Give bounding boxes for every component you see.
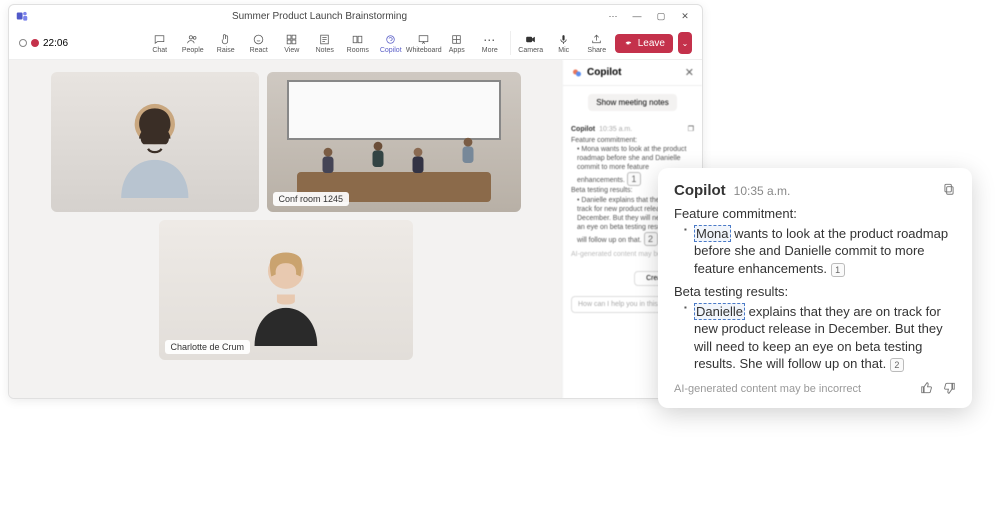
leave-dropdown[interactable]: ⌄ bbox=[678, 32, 692, 54]
mention-highlight[interactable]: Mona bbox=[694, 225, 731, 242]
more-button[interactable]: ⋯More bbox=[475, 33, 505, 54]
thumbs-down-icon bbox=[942, 381, 956, 395]
mention-highlight[interactable]: Danielle bbox=[694, 303, 745, 320]
react-button[interactable]: React bbox=[244, 33, 274, 54]
more-window-icon[interactable]: ⋯ bbox=[602, 8, 624, 24]
copy-button[interactable] bbox=[942, 182, 956, 199]
titlebar: Summer Product Launch Brainstorming ⋯ — … bbox=[9, 5, 702, 27]
timer: 22:06 bbox=[43, 38, 68, 49]
react-icon bbox=[252, 33, 265, 46]
mic-icon bbox=[557, 33, 570, 46]
raise-icon bbox=[219, 33, 232, 46]
share-icon bbox=[590, 33, 603, 46]
recording-indicator: 22:06 bbox=[19, 38, 68, 49]
close-icon[interactable]: ✕ bbox=[674, 8, 696, 24]
chat-button[interactable]: Chat bbox=[145, 33, 175, 54]
more-icon: ⋯ bbox=[483, 33, 496, 46]
maximize-icon[interactable]: ▢ bbox=[650, 8, 672, 24]
minimize-icon[interactable]: — bbox=[626, 8, 648, 24]
copilot-panel-title: Copilot bbox=[587, 67, 681, 78]
section-title: Feature commitment: bbox=[674, 205, 956, 223]
video-tile-1[interactable] bbox=[51, 72, 259, 212]
people-icon bbox=[186, 33, 199, 46]
copilot-icon bbox=[384, 33, 397, 46]
raise-button[interactable]: Raise bbox=[211, 33, 241, 54]
copy-icon bbox=[942, 182, 956, 196]
thumbs-up-button[interactable] bbox=[920, 381, 934, 398]
meeting-toolbar: 22:06 Chat People Raise React View Notes… bbox=[9, 27, 702, 60]
tile-label: Charlotte de Crum bbox=[165, 340, 251, 354]
leave-icon bbox=[623, 38, 634, 49]
ai-disclaimer: AI-generated content may be incorrect bbox=[674, 383, 912, 395]
section-title: Beta testing results: bbox=[674, 283, 956, 301]
apps-button[interactable]: Apps bbox=[442, 33, 472, 54]
video-tile-conf-room[interactable]: Conf room 1245 bbox=[267, 72, 521, 212]
reference-badge[interactable]: 2 bbox=[890, 358, 904, 372]
people-button[interactable]: People bbox=[178, 33, 208, 54]
apps-icon bbox=[450, 33, 463, 46]
rooms-icon bbox=[351, 33, 364, 46]
rooms-button[interactable]: Rooms bbox=[343, 33, 373, 54]
camera-button[interactable]: Camera bbox=[516, 33, 546, 54]
show-meeting-notes-button[interactable]: Show meeting notes bbox=[588, 94, 677, 111]
share-button[interactable]: Share bbox=[582, 33, 612, 54]
teams-icon bbox=[15, 9, 29, 23]
thumbs-up-icon bbox=[920, 381, 934, 395]
whiteboard-button[interactable]: Whiteboard bbox=[409, 33, 439, 54]
popup-author: Copilot bbox=[674, 182, 726, 199]
thumbs-down-button[interactable] bbox=[942, 381, 956, 398]
bullet-item: Mona wants to look at the product roadma… bbox=[684, 225, 956, 278]
close-panel-icon[interactable]: ✕ bbox=[685, 66, 694, 79]
popup-body: Feature commitment: Mona wants to look a… bbox=[674, 205, 956, 373]
conf-room-scene bbox=[267, 72, 521, 212]
notes-button[interactable]: Notes bbox=[310, 33, 340, 54]
copilot-popup: Copilot 10:35 a.m. Feature commitment: M… bbox=[658, 168, 972, 408]
video-tile-3[interactable]: Charlotte de Crum bbox=[159, 220, 413, 360]
meeting-window: Summer Product Launch Brainstorming ⋯ — … bbox=[8, 4, 703, 399]
participant-avatar bbox=[197, 234, 375, 346]
camera-icon bbox=[524, 33, 537, 46]
view-icon bbox=[285, 33, 298, 46]
view-button[interactable]: View bbox=[277, 33, 307, 54]
record-outline-icon bbox=[19, 39, 27, 47]
video-stage: Conf room 1245 Charlotte de Crum bbox=[9, 60, 562, 398]
participant-avatar bbox=[82, 86, 228, 198]
record-dot-icon bbox=[31, 39, 39, 47]
bullet-item: Danielle explains that they are on track… bbox=[684, 303, 956, 373]
leave-button[interactable]: Leave bbox=[615, 34, 673, 53]
window-title: Summer Product Launch Brainstorming bbox=[37, 11, 602, 22]
mic-button[interactable]: Mic bbox=[549, 33, 579, 54]
notes-icon bbox=[318, 33, 331, 46]
whiteboard-icon bbox=[417, 33, 430, 46]
popup-time: 10:35 a.m. bbox=[734, 184, 791, 198]
copilot-logo-icon bbox=[571, 67, 583, 79]
copilot-button[interactable]: Copilot bbox=[376, 33, 406, 54]
reference-badge[interactable]: 1 bbox=[831, 263, 845, 277]
chat-icon bbox=[153, 33, 166, 46]
tile-label: Conf room 1245 bbox=[273, 192, 350, 206]
